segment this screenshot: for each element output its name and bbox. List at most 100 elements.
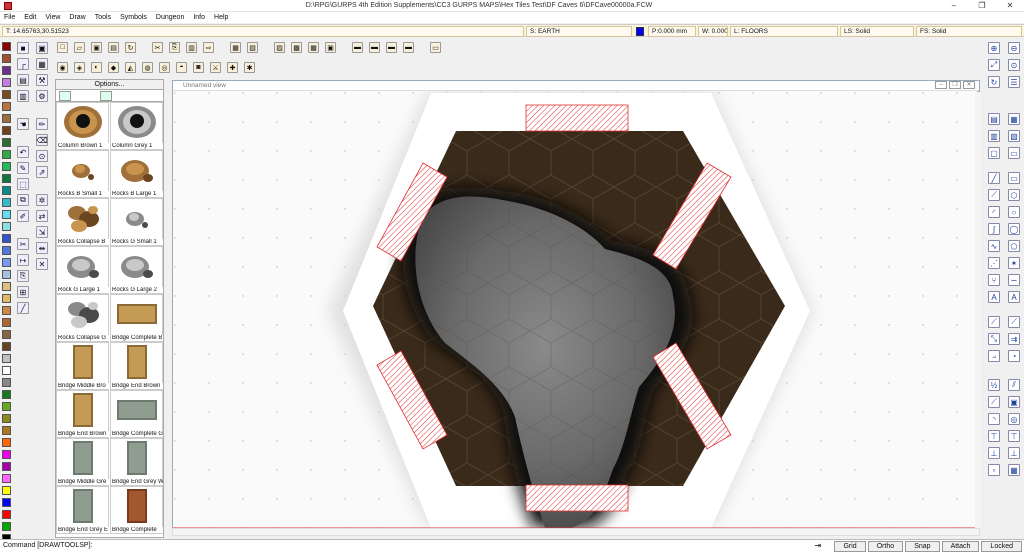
symbol-item[interactable]: Bridge Complete B bbox=[110, 294, 163, 342]
symbol-item[interactable]: Rocks Collapse G bbox=[56, 294, 109, 342]
print-icon[interactable]: ▤ bbox=[108, 42, 119, 53]
color-swatch[interactable] bbox=[2, 414, 11, 423]
color-swatch[interactable] bbox=[2, 126, 11, 135]
properties-icon[interactable]: ⚙ bbox=[36, 90, 48, 102]
command-line[interactable]: Command [DRAWTOOLSP]: ⇥ Grid Ortho Snap … bbox=[0, 539, 1024, 552]
zoom-out-icon[interactable]: ⊖ bbox=[1008, 42, 1020, 54]
array-icon[interactable]: ⊞ bbox=[17, 286, 29, 298]
forward-icon[interactable]: ⇨ bbox=[203, 42, 214, 53]
draw-arc-icon[interactable]: ◜ bbox=[988, 206, 1000, 218]
color-swatch[interactable] bbox=[2, 78, 11, 87]
grid-button[interactable]: Grid bbox=[834, 541, 866, 552]
color-swatch[interactable] bbox=[2, 150, 11, 159]
symbol-item[interactable]: Bridge Middle Bro bbox=[56, 342, 109, 390]
color-swatch[interactable] bbox=[2, 222, 11, 231]
arc-tool-icon[interactable]: ◝ bbox=[988, 413, 1000, 425]
draw-line-icon[interactable]: ╱ bbox=[988, 172, 1000, 184]
dungeon2-icon[interactable]: ▬ bbox=[369, 42, 380, 53]
symbol-item[interactable]: Rocks B Small 1 bbox=[56, 150, 109, 198]
symbol-item[interactable]: Bridge Complete G bbox=[110, 390, 163, 438]
square-tool-icon[interactable]: ▣ bbox=[1008, 396, 1020, 408]
cut-icon[interactable]: ✂ bbox=[152, 42, 163, 53]
symbol-item[interactable]: Bridge Middle Gre bbox=[56, 438, 109, 486]
color-swatch[interactable] bbox=[2, 510, 11, 519]
cross-icon[interactable]: ✕ bbox=[36, 258, 48, 270]
color-swatch[interactable] bbox=[2, 426, 11, 435]
layer2-icon[interactable]: ▩ bbox=[291, 42, 302, 53]
catalog-tab-1[interactable] bbox=[59, 91, 71, 101]
edit-node-icon[interactable]: ⤡ bbox=[988, 333, 1000, 345]
zoom-in-icon[interactable]: ⊕ bbox=[988, 42, 1000, 54]
hexagon-icon[interactable]: ⬡ bbox=[1008, 189, 1020, 201]
color-swatch[interactable] bbox=[2, 306, 11, 315]
erase-icon[interactable]: ⌫ bbox=[36, 134, 48, 146]
sword-icon[interactable]: ⚔ bbox=[210, 62, 221, 73]
pan-icon[interactable]: ☰ bbox=[1008, 76, 1020, 88]
pen-icon[interactable]: ⟋ bbox=[988, 396, 1000, 408]
trim-icon[interactable]: ✂ bbox=[17, 238, 29, 250]
fill-style-button[interactable]: FS: Solid bbox=[916, 26, 1022, 37]
mirror-icon[interactable]: ⇹ bbox=[36, 242, 48, 254]
symbol-item[interactable]: Rock G Large 1 bbox=[56, 246, 109, 294]
symbol-b-icon[interactable]: ◈ bbox=[74, 62, 85, 73]
snap-button[interactable]: Snap bbox=[905, 541, 940, 552]
line-corner-icon[interactable]: ┌ bbox=[17, 58, 29, 70]
timer-icon[interactable]: ◔ bbox=[1008, 350, 1020, 362]
draw-spline-icon[interactable]: ∿ bbox=[988, 240, 1000, 252]
split2-icon[interactable]: ⊥ bbox=[1008, 447, 1020, 459]
plus-icon[interactable]: ✚ bbox=[227, 62, 238, 73]
tools-icon[interactable]: ⚒ bbox=[36, 74, 48, 86]
color-swatch[interactable] bbox=[2, 234, 11, 243]
draw-curve-icon[interactable]: ∫ bbox=[988, 223, 1000, 235]
color-swatch[interactable] bbox=[2, 42, 11, 51]
draw-dashed-icon[interactable]: ⋰ bbox=[988, 257, 1000, 269]
color-swatch[interactable] bbox=[2, 390, 11, 399]
half-icon[interactable]: ½ bbox=[988, 379, 1000, 391]
menu-info[interactable]: Info bbox=[193, 14, 205, 21]
symbol-e-icon[interactable]: ◭ bbox=[125, 62, 136, 73]
rectangle-icon[interactable]: ▭ bbox=[1008, 172, 1020, 184]
color-swatch[interactable] bbox=[2, 282, 11, 291]
menu-tools[interactable]: Tools bbox=[95, 14, 111, 21]
paste-icon[interactable]: ▥ bbox=[186, 42, 197, 53]
layer1-icon[interactable]: ▨ bbox=[274, 42, 285, 53]
zoom-extents-icon[interactable]: ⤢ bbox=[988, 59, 1000, 71]
symbol-icon[interactable]: ▣ bbox=[36, 42, 48, 54]
open-icon[interactable]: ▱ bbox=[74, 42, 85, 53]
redraw-icon[interactable]: ↻ bbox=[125, 42, 136, 53]
path-icon[interactable]: ∽ bbox=[1008, 274, 1020, 286]
symbol-item[interactable]: Bridge End Grey E bbox=[56, 486, 109, 534]
sheet2-icon[interactable]: ▧ bbox=[247, 42, 258, 53]
sheet-button[interactable]: S: EARTH bbox=[526, 26, 632, 37]
box-icon[interactable]: ▢ bbox=[988, 147, 1000, 159]
color-swatch[interactable] bbox=[2, 462, 11, 471]
arrow-icon[interactable]: ⇗ bbox=[36, 166, 48, 178]
ortho-button[interactable]: Ortho bbox=[867, 541, 904, 552]
split-icon[interactable]: ⊥ bbox=[988, 447, 1000, 459]
layer4-icon[interactable]: ▣ bbox=[325, 42, 336, 53]
symbol-h-icon[interactable]: ◓ bbox=[176, 62, 187, 73]
color-swatch[interactable] bbox=[2, 198, 11, 207]
options-button[interactable]: Options... bbox=[56, 80, 163, 90]
color-swatch[interactable] bbox=[2, 294, 11, 303]
color-swatch[interactable] bbox=[2, 246, 11, 255]
dungeon3-icon[interactable]: ▬ bbox=[386, 42, 397, 53]
color-swatch[interactable] bbox=[2, 102, 11, 111]
menu-draw[interactable]: Draw bbox=[69, 14, 85, 21]
color-swatch[interactable] bbox=[2, 522, 11, 531]
color-swatch[interactable] bbox=[2, 258, 11, 267]
undo-icon[interactable]: ↶ bbox=[17, 146, 29, 158]
offset-icon[interactable]: ⇉ bbox=[1008, 333, 1020, 345]
color-swatch[interactable] bbox=[2, 330, 11, 339]
bug-icon[interactable]: ✱ bbox=[244, 62, 255, 73]
pointer-icon[interactable]: ⇥ bbox=[814, 541, 828, 552]
dungeon4-icon[interactable]: ▬ bbox=[403, 42, 414, 53]
line-icon[interactable]: ╱ bbox=[17, 302, 29, 314]
color-swatch[interactable] bbox=[2, 162, 11, 171]
picture-icon[interactable]: ▤ bbox=[17, 74, 29, 86]
drawing-canvas[interactable] bbox=[173, 91, 979, 528]
color-swatch[interactable] bbox=[2, 402, 11, 411]
picture2-icon[interactable]: ▥ bbox=[17, 90, 29, 102]
text-icon[interactable]: A bbox=[988, 291, 1000, 303]
scale-icon[interactable]: ⇲ bbox=[36, 226, 48, 238]
